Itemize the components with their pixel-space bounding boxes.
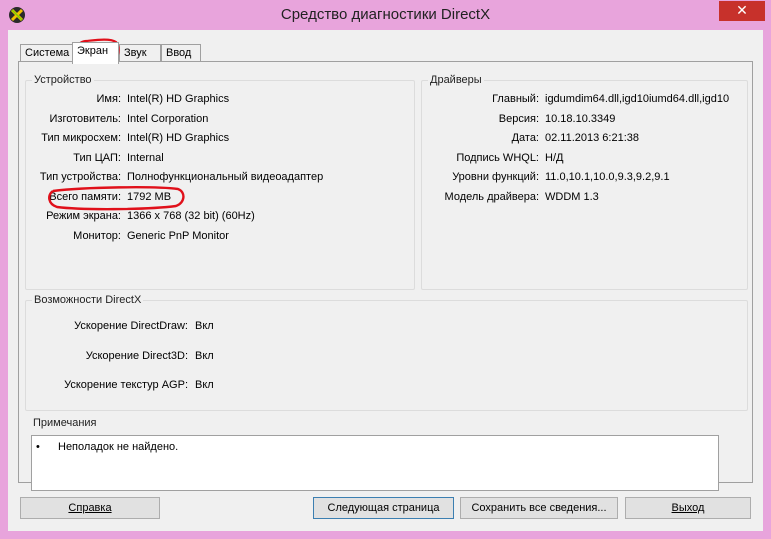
- device-type-label: Тип устройства:: [39, 171, 121, 183]
- feature-levels-label: Уровни функций:: [452, 171, 539, 183]
- feature-row-direct3d: Ускорение Direct3D: Вкл: [26, 349, 747, 363]
- feature-row-directdraw: Ускорение DirectDraw: Вкл: [26, 319, 747, 333]
- manufacturer-value: Intel Corporation: [127, 113, 209, 125]
- features-group-title: Возможности DirectX: [32, 294, 144, 306]
- feature-levels-value: 11.0,10.1,10.0,9.3,9.2,9.1: [545, 171, 670, 183]
- manufacturer-label: Изготовитель:: [49, 113, 122, 125]
- notes-group: Примечания • Неполадок не найдено.: [25, 417, 748, 499]
- directdraw-label: Ускорение DirectDraw:: [74, 320, 188, 332]
- dxdiag-window: Средство диагностики DirectX ✕ Система Э…: [0, 0, 771, 539]
- drivers-group: Драйверы Главный: igdumdim64.dll,igd10iu…: [421, 74, 748, 290]
- monitor-label: Монитор:: [73, 230, 121, 242]
- feature-row-agp: Ускорение текстур AGP: Вкл: [26, 378, 747, 392]
- tab-display[interactable]: Экран: [72, 42, 119, 64]
- driver-row-main: Главный: igdumdim64.dll,igd10iumd64.dll,…: [422, 92, 747, 106]
- device-row-total-memory: Всего памяти: 1792 MB: [26, 190, 414, 204]
- help-button[interactable]: Справка: [20, 497, 160, 519]
- dac-type-value: Internal: [127, 152, 164, 164]
- driver-row-version: Версия: 10.18.10.3349: [422, 112, 747, 126]
- device-row-monitor: Монитор: Generic PnP Monitor: [26, 229, 414, 243]
- device-row-name: Имя: Intel(R) HD Graphics: [26, 92, 414, 106]
- dac-type-label: Тип ЦАП:: [73, 152, 121, 164]
- monitor-value: Generic PnP Monitor: [127, 230, 229, 242]
- close-button[interactable]: ✕: [719, 1, 765, 21]
- device-row-chip-type: Тип микросхем: Intel(R) HD Graphics: [26, 131, 414, 145]
- device-group: Устройство Имя: Intel(R) HD Graphics Изг…: [25, 74, 415, 290]
- driver-model-value: WDDM 1.3: [545, 191, 599, 203]
- version-value: 10.18.10.3349: [545, 113, 616, 125]
- window-title: Средство диагностики DirectX: [280, 6, 491, 23]
- notes-box[interactable]: • Неполадок не найдено.: [31, 435, 719, 491]
- device-type-value: Полнофункциональный видеоадаптер: [127, 171, 324, 183]
- main-driver-label: Главный:: [492, 93, 539, 105]
- next-page-button[interactable]: Следующая страница: [313, 497, 454, 519]
- total-memory-label: Всего памяти:: [49, 191, 121, 203]
- device-row-device-type: Тип устройства: Полнофункциональный виде…: [26, 170, 414, 184]
- driver-model-label: Модель драйвера:: [444, 191, 539, 203]
- bullet-icon: •: [36, 441, 40, 453]
- date-label: Дата:: [511, 132, 539, 144]
- display-mode-value: 1366 x 768 (32 bit) (60Hz): [127, 210, 255, 222]
- whql-label: Подпись WHQL:: [456, 152, 539, 164]
- display-mode-label: Режим экрана:: [46, 210, 121, 222]
- drivers-group-title: Драйверы: [428, 74, 484, 86]
- directx-features-group: Возможности DirectX Ускорение DirectDraw…: [25, 294, 748, 411]
- title-bar[interactable]: Средство диагностики DirectX ✕: [0, 0, 771, 30]
- driver-row-date: Дата: 02.11.2013 6:21:38: [422, 131, 747, 145]
- agp-label: Ускорение текстур AGP:: [64, 379, 188, 391]
- exit-button[interactable]: Выход: [625, 497, 751, 519]
- device-row-dac-type: Тип ЦАП: Internal: [26, 151, 414, 165]
- notes-text: Неполадок не найдено.: [58, 441, 179, 453]
- total-memory-value: 1792 MB: [127, 191, 172, 203]
- direct3d-value: Вкл: [195, 350, 214, 362]
- device-name-label: Имя:: [96, 93, 121, 105]
- device-row-display-mode: Режим экрана: 1366 x 768 (32 bit) (60Hz): [26, 209, 414, 223]
- version-label: Версия:: [498, 113, 539, 125]
- directdraw-value: Вкл: [195, 320, 214, 332]
- driver-row-model: Модель драйвера: WDDM 1.3: [422, 190, 747, 204]
- device-row-manufacturer: Изготовитель: Intel Corporation: [26, 112, 414, 126]
- agp-value: Вкл: [195, 379, 214, 391]
- notes-group-title: Примечания: [31, 417, 99, 429]
- driver-row-whql: Подпись WHQL: Н/Д: [422, 151, 747, 165]
- window-client: Система Экран Звук Ввод Устройство Имя: …: [8, 30, 763, 531]
- save-all-button[interactable]: Сохранить все сведения...: [460, 497, 618, 519]
- exit-button-label: Выход: [671, 502, 705, 514]
- chip-type-label: Тип микросхем:: [41, 132, 121, 144]
- driver-row-feature-levels: Уровни функций: 11.0,10.1,10.0,9.3,9.2,9…: [422, 170, 747, 184]
- display-tab-panel: Устройство Имя: Intel(R) HD Graphics Изг…: [18, 61, 753, 491]
- device-name-value: Intel(R) HD Graphics: [127, 93, 230, 105]
- main-driver-value: igdumdim64.dll,igd10iumd64.dll,igd10: [545, 93, 730, 105]
- chip-type-value: Intel(R) HD Graphics: [127, 132, 230, 144]
- date-value: 02.11.2013 6:21:38: [545, 132, 639, 144]
- whql-value: Н/Д: [545, 152, 564, 164]
- help-button-label: Справка: [68, 502, 112, 514]
- direct3d-label: Ускорение Direct3D:: [85, 350, 188, 362]
- device-group-title: Устройство: [32, 74, 94, 86]
